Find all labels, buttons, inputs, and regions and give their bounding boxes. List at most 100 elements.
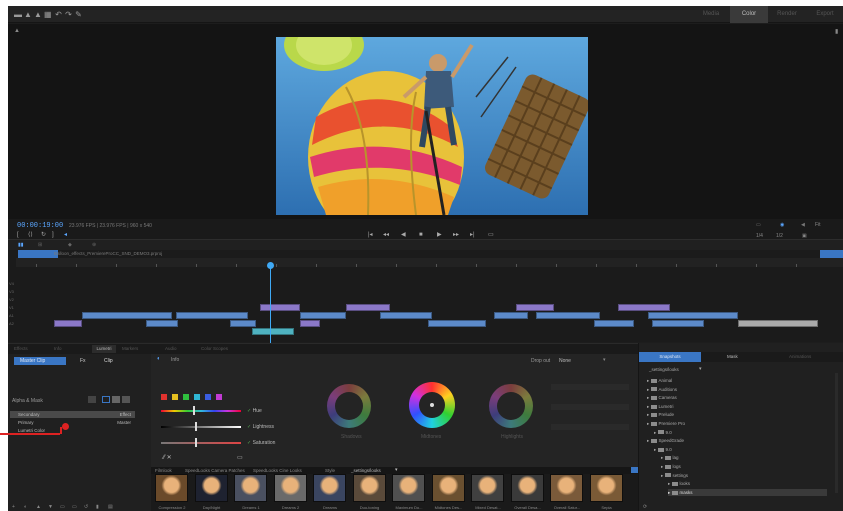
fx-add-icon[interactable]: + bbox=[12, 504, 15, 510]
clip[interactable] bbox=[346, 304, 390, 311]
tab-markers[interactable]: Markers bbox=[122, 346, 138, 351]
mute-icon[interactable]: ▭ bbox=[756, 222, 761, 228]
look-thumbnail[interactable] bbox=[352, 474, 386, 502]
look-thumbnail[interactable] bbox=[273, 474, 307, 502]
step-back-icon[interactable]: ◂◂ bbox=[383, 232, 389, 238]
dropdown-value[interactable]: None bbox=[559, 358, 571, 364]
zoom-fit[interactable]: Fit bbox=[815, 222, 821, 228]
snap-icon[interactable]: ⊞ bbox=[38, 242, 42, 248]
layer-row-primary[interactable]: Primary Master bbox=[10, 419, 135, 426]
paste-icon[interactable]: ▭ bbox=[72, 504, 77, 510]
clip[interactable] bbox=[428, 320, 486, 327]
stop-icon[interactable]: ■ bbox=[419, 232, 423, 238]
looks-path-arrow-icon[interactable]: ▾ bbox=[395, 467, 398, 473]
track-label-v4[interactable]: V4 bbox=[9, 280, 55, 288]
workspace-tab-color[interactable]: Color bbox=[730, 6, 768, 23]
folder-icon[interactable]: ▬ bbox=[14, 11, 22, 19]
save-look-icon[interactable]: ▤ bbox=[108, 504, 113, 510]
look-thumbnail[interactable] bbox=[234, 474, 267, 502]
lightness-slider[interactable] bbox=[161, 426, 241, 428]
workspace-tab-export[interactable]: Export bbox=[806, 6, 843, 23]
tab-info[interactable]: Info bbox=[54, 346, 62, 351]
clip[interactable] bbox=[594, 320, 634, 327]
monitor-expand-icon[interactable]: ▮ bbox=[835, 28, 838, 35]
play-reverse-icon[interactable]: ◀ bbox=[401, 232, 406, 238]
param-field[interactable] bbox=[551, 384, 629, 390]
tree-folder-item[interactable]: ▸ Lumetri bbox=[647, 403, 827, 410]
browser-path-arrow-icon[interactable]: ▾ bbox=[699, 366, 702, 372]
tree-folder-item[interactable]: ▸ Cameras bbox=[647, 394, 827, 401]
link-icon[interactable]: ◂ bbox=[64, 232, 67, 238]
monitor-menu-icon[interactable]: ▲ bbox=[14, 28, 20, 34]
clip[interactable] bbox=[252, 328, 294, 335]
looks-view-icon[interactable] bbox=[631, 467, 638, 473]
hue-slider-handle[interactable] bbox=[193, 406, 195, 415]
clip[interactable] bbox=[230, 320, 256, 327]
monitor-timecode[interactable]: 00:00:19:00 bbox=[17, 222, 63, 230]
tree-folder-item[interactable]: ▸ Premiere Pro bbox=[647, 420, 827, 427]
wrench-icon[interactable]: ✎ bbox=[75, 11, 82, 19]
shadows-wheel[interactable] bbox=[327, 384, 371, 428]
looks-path[interactable]: _settings/looks bbox=[351, 468, 381, 473]
clip[interactable] bbox=[54, 320, 82, 327]
layer-mode-icon[interactable] bbox=[102, 396, 110, 403]
browser-refresh-icon[interactable]: ⟳ bbox=[643, 504, 647, 510]
looks-tab[interactable]: Filmlook bbox=[155, 468, 172, 473]
look-thumbnail[interactable] bbox=[313, 474, 346, 502]
hue-slider[interactable] bbox=[161, 410, 241, 412]
clip[interactable] bbox=[648, 312, 738, 319]
clip[interactable] bbox=[300, 320, 320, 327]
workspace-tab-media[interactable]: Media bbox=[692, 6, 730, 23]
tree-folder-item[interactable]: ▸ logs bbox=[661, 463, 827, 470]
add-layer-icon[interactable] bbox=[88, 396, 96, 403]
looks-tab[interactable]: SpeedLooks Camera Patches bbox=[185, 468, 245, 473]
browser-path[interactable]: _settings/looks bbox=[649, 367, 679, 372]
clip-label[interactable]: Clip bbox=[104, 358, 113, 364]
look-thumbnail[interactable] bbox=[431, 474, 465, 502]
timeline-timecode[interactable] bbox=[18, 250, 58, 258]
copy-icon[interactable]: ▭ bbox=[60, 504, 65, 510]
tab-effects[interactable]: Effects bbox=[14, 346, 28, 351]
track-label-v1[interactable]: V1 bbox=[9, 304, 55, 312]
undo-icon[interactable]: ↶ bbox=[55, 11, 62, 19]
tree-folder-item[interactable]: ▸ Prelude bbox=[647, 411, 827, 418]
browser-scrollbar[interactable] bbox=[835, 373, 838, 493]
midtones-wheel[interactable] bbox=[409, 382, 455, 428]
look-thumbnail[interactable] bbox=[471, 474, 504, 502]
tree-folder-item[interactable]: ▸ Animal bbox=[647, 377, 827, 384]
trash-icon[interactable]: ▮ bbox=[96, 504, 99, 510]
link-selection-icon[interactable]: ⊕ bbox=[92, 242, 96, 248]
timeline-ruler[interactable] bbox=[16, 258, 843, 267]
tree-folder-item[interactable]: ▸ looks bbox=[668, 480, 827, 487]
highlights-wheel[interactable] bbox=[489, 384, 533, 428]
export-icon[interactable]: ▲ bbox=[24, 11, 32, 19]
clip[interactable] bbox=[146, 320, 178, 327]
tab-animations[interactable]: Animations bbox=[789, 354, 811, 359]
play-icon[interactable]: ▶ bbox=[437, 232, 442, 238]
clip[interactable] bbox=[260, 304, 300, 311]
info-tab-label[interactable]: Info bbox=[171, 357, 179, 363]
look-thumbnail[interactable] bbox=[155, 474, 188, 502]
color-swatch[interactable] bbox=[183, 394, 189, 400]
tree-folder-item[interactable]: ▸ SpeedGrade bbox=[647, 437, 827, 444]
clip[interactable] bbox=[516, 304, 554, 311]
reset-secondary-icon[interactable]: ▭ bbox=[237, 454, 243, 461]
timeline-tool-icon[interactable]: ▮▮ bbox=[18, 242, 24, 248]
clip[interactable] bbox=[536, 312, 600, 319]
saturation-slider[interactable] bbox=[161, 442, 241, 444]
go-to-in-icon[interactable]: |◂ bbox=[368, 232, 373, 238]
layer-row-secondary[interactable]: Secondary Effect bbox=[10, 411, 135, 418]
track-label-a1[interactable]: A1 bbox=[9, 312, 55, 320]
color-swatch[interactable] bbox=[205, 394, 211, 400]
tab-mask[interactable]: Mask bbox=[727, 354, 738, 359]
color-swatch[interactable] bbox=[194, 394, 200, 400]
go-to-out-icon[interactable]: ▸| bbox=[470, 232, 475, 238]
tree-folder-item[interactable]: ▸ lag bbox=[661, 454, 827, 461]
step-forward-icon[interactable]: ▸▸ bbox=[453, 232, 459, 238]
tree-folder-item[interactable]: ▸ masks bbox=[668, 488, 827, 496]
workspace-tab-render[interactable]: Render bbox=[768, 6, 806, 23]
param-field[interactable] bbox=[551, 424, 629, 430]
eyedropper-icon[interactable]: ◐ bbox=[157, 356, 161, 362]
fx-label[interactable]: Fx bbox=[80, 358, 86, 364]
timeline-end-marker[interactable] bbox=[820, 250, 843, 258]
